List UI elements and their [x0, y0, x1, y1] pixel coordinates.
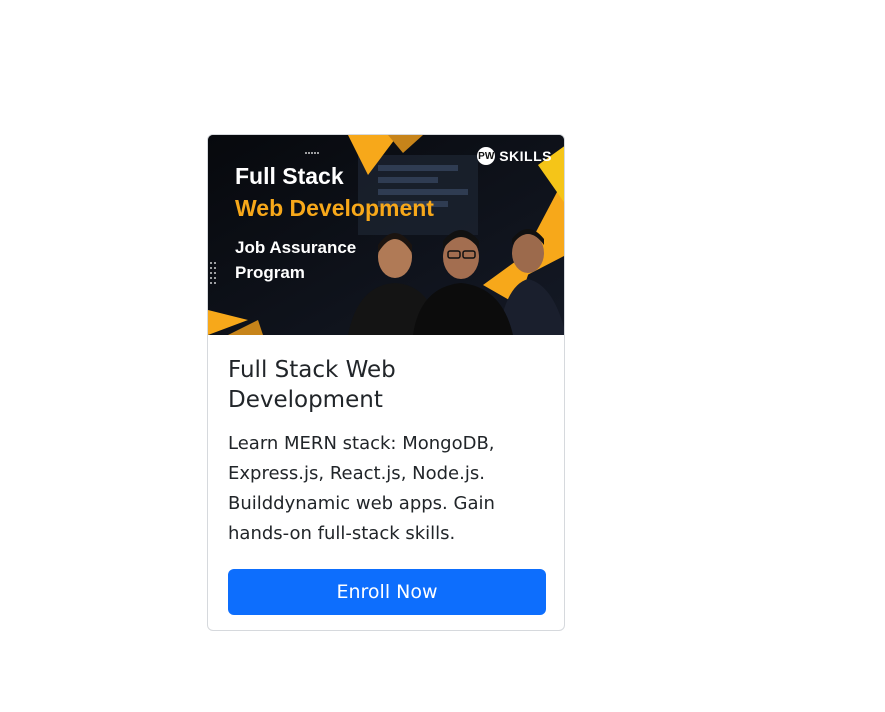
banner-heading-line2: Web Development [235, 195, 434, 221]
course-banner-image: Full Stack Web Development Job Assurance… [208, 135, 564, 335]
enroll-now-button[interactable]: Enroll Now [228, 569, 546, 615]
course-description: Learn MERN stack: MongoDB, Express.js, R… [228, 433, 495, 544]
course-card: Full Stack Web Development Job Assurance… [207, 134, 565, 631]
banner-subheading-line2: Program [235, 263, 305, 282]
brand-name: SKILLS [499, 148, 552, 164]
banner-subheading-line1: Job Assurance [235, 238, 357, 257]
pw-logo-icon: PW [477, 147, 496, 165]
banner-heading-line1: Full Stack [235, 163, 344, 189]
card-body: Full Stack Web Development Learn MERN st… [208, 335, 564, 615]
course-title: Full Stack Web Development [228, 357, 396, 413]
brand-logo: PW SKILLS [477, 147, 552, 165]
